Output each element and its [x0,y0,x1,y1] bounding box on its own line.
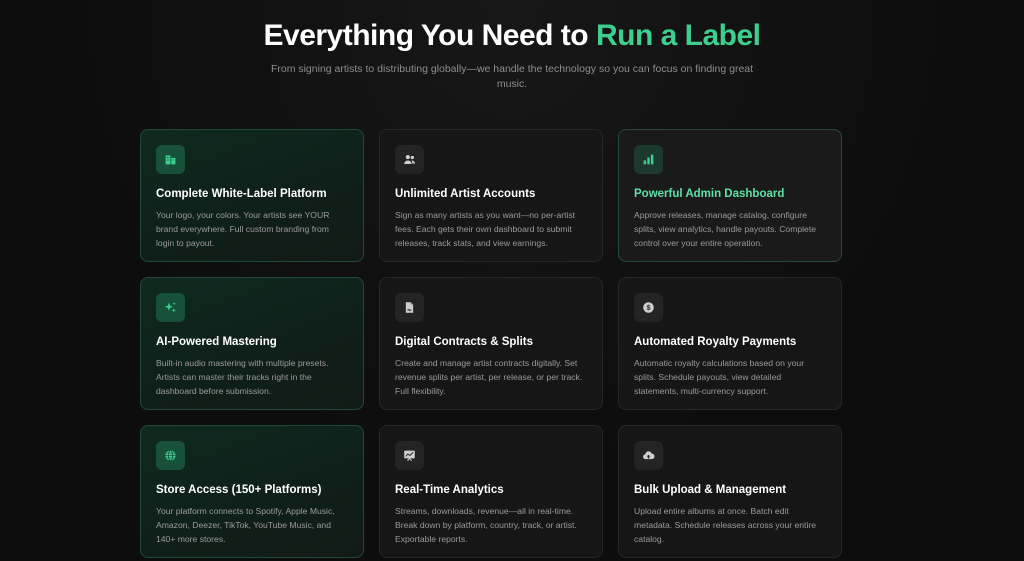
feature-title: Real-Time Analytics [395,484,504,496]
globe-icon [156,441,185,470]
building-icon [156,145,185,174]
section-title-main: Everything You Need to [263,19,596,52]
feature-card-royalty-payments: $ Automated Royalty Payments Automatic r… [618,277,842,410]
feature-title: AI-Powered Mastering [156,336,277,348]
feature-card-store-access: Store Access (150+ Platforms) Your platf… [140,425,364,558]
feature-title: Store Access (150+ Platforms) [156,484,322,496]
feature-description: Streams, downloads, revenue—all in real-… [395,506,577,544]
feature-description: Sign as many artists as you want—no per-… [395,210,576,248]
feature-card-contracts: Digital Contracts & Splits Create and ma… [379,277,603,410]
svg-text:$: $ [646,303,650,312]
feature-description: Create and manage artist contracts digit… [395,358,583,396]
bar-chart-icon [634,145,663,174]
section-title: Everything You Need to Run a Label [0,18,1024,54]
feature-card-analytics: Real-Time Analytics Streams, downloads, … [379,425,603,558]
feature-card-bulk-upload: Bulk Upload & Management Upload entire a… [618,425,842,558]
feature-description: Your logo, your colors. Your artists see… [156,210,330,248]
feature-title: Automated Royalty Payments [634,336,797,348]
section-subtitle: From signing artists to distributing glo… [270,63,754,90]
features-section: Everything You Need to Run a Label From … [0,0,1024,561]
feature-title: Digital Contracts & Splits [395,336,534,348]
feature-description: Upload entire albums at once. Batch edit… [634,506,817,544]
feature-title: Complete White-Label Platform [156,188,327,200]
feature-description: Automatic royalty calculations based on … [634,358,805,396]
feature-card-artist-accounts: Unlimited Artist Accounts Sign as many a… [379,129,603,262]
features-grid: Complete White-Label Platform Your logo,… [140,129,844,558]
feature-title: Unlimited Artist Accounts [395,188,536,200]
feature-title: Bulk Upload & Management [634,484,787,496]
feature-description: Built-in audio mastering with multiple p… [156,358,329,396]
contract-icon [395,293,424,322]
feature-title: Powerful Admin Dashboard [634,188,785,200]
feature-card-white-label: Complete White-Label Platform Your logo,… [140,129,364,262]
feature-card-ai-mastering: AI-Powered Mastering Built-in audio mast… [140,277,364,410]
feature-description: Your platform connects to Spotify, Apple… [156,506,335,544]
feature-description: Approve releases, manage catalog, config… [634,210,816,248]
analytics-board-icon [395,441,424,470]
feature-card-admin-dashboard: Powerful Admin Dashboard Approve release… [618,129,842,262]
dollar-coin-icon: $ [634,293,663,322]
section-title-accent: Run a Label [595,19,761,52]
cloud-upload-icon [634,441,663,470]
sparkles-icon [156,293,185,322]
users-icon [395,145,424,174]
